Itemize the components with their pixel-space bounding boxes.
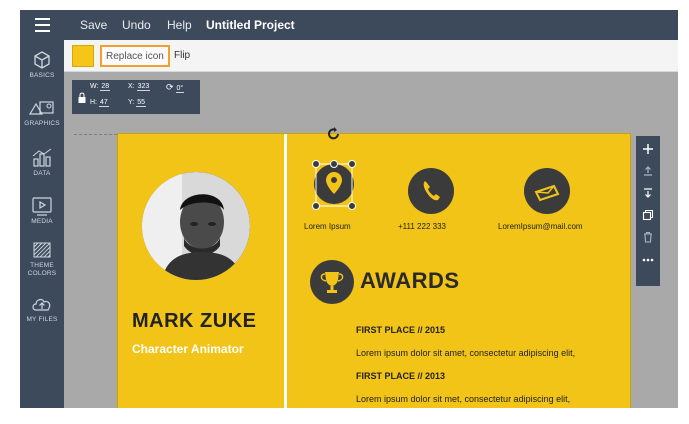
width-value[interactable]: 28 [100, 83, 111, 91]
height-value[interactable]: 47 [98, 99, 109, 107]
sidebar-item-graphics[interactable]: GRAPHICS [20, 98, 64, 128]
sidebar-item-my-files[interactable]: MY FILES [20, 294, 64, 324]
portrait-image [142, 172, 250, 280]
x-field[interactable]: X: 323 [128, 83, 151, 91]
y-label: Y: [128, 99, 135, 106]
sidebar: BASICS GRAPHICS DATA MEDIA THEME COLORS … [20, 40, 64, 408]
hamburger-menu-icon[interactable] [20, 10, 64, 40]
trash-icon[interactable] [636, 226, 660, 247]
play-icon [32, 197, 52, 216]
sidebar-label-basics: BASICS [29, 72, 55, 79]
person-name[interactable]: MARK ZUKE [132, 310, 257, 333]
phone-circle[interactable] [408, 168, 454, 214]
flip-button[interactable]: Flip [174, 45, 190, 67]
x-value[interactable]: 323 [136, 83, 151, 91]
sidebar-item-data[interactable]: DATA [20, 148, 64, 178]
context-toolbar: Replace icon Flip [64, 40, 678, 72]
undo-menu[interactable]: Undo [122, 10, 151, 40]
project-title[interactable]: Untitled Project [206, 10, 295, 40]
rotation-value[interactable]: 0° [175, 85, 185, 93]
card-divider [284, 134, 287, 408]
person-role[interactable]: Character Animator [132, 342, 244, 356]
replace-icon-button[interactable]: Replace icon [100, 45, 170, 67]
sidebar-label-media: MEDIA [31, 218, 53, 225]
awards-heading[interactable]: AWARDS [360, 268, 460, 294]
sidebar-item-basics[interactable]: BASICS [20, 50, 64, 80]
duplicate-icon[interactable] [636, 204, 660, 225]
more-options-icon[interactable] [636, 249, 660, 270]
editor-window: Save Undo Help Untitled Project BASICS G… [20, 10, 678, 408]
sidebar-item-media[interactable]: MEDIA [20, 196, 64, 226]
shapes-icon [28, 101, 54, 115]
phone-icon [423, 181, 440, 201]
palette-icon [33, 242, 51, 258]
contact-email-text[interactable]: LoremIpsum@mail.com [498, 222, 583, 231]
sidebar-label-theme-colors: THEME COLORS [27, 262, 57, 277]
add-icon[interactable] [636, 138, 660, 159]
save-menu[interactable]: Save [80, 10, 107, 40]
trophy-circle[interactable] [310, 260, 354, 304]
lock-icon[interactable] [78, 92, 86, 104]
rotate-handle-icon[interactable] [326, 126, 342, 142]
send-backward-icon[interactable] [636, 182, 660, 203]
email-circle[interactable] [524, 168, 570, 214]
top-bar: Save Undo Help Untitled Project [20, 10, 678, 40]
email-icon [534, 184, 560, 202]
width-label: W: [90, 83, 99, 90]
height-label: H: [90, 99, 97, 106]
chart-icon [32, 148, 52, 167]
x-label: X: [128, 83, 135, 90]
cube-icon [34, 51, 50, 69]
dimensions-panel: W: 28 X: 323 ⟳ 0° H: 47 Y: 55 [72, 80, 200, 114]
location-icon [312, 160, 356, 210]
award-2-description[interactable]: Lorem ipsum dolor sit met, consectetur a… [356, 394, 570, 404]
bring-forward-icon[interactable] [636, 160, 660, 181]
y-value[interactable]: 55 [136, 99, 146, 107]
award-1-heading[interactable]: FIRST PLACE // 2015 [356, 325, 445, 335]
color-swatch[interactable] [72, 45, 94, 67]
award-1-description[interactable]: Lorem ipsum dolor sit amet, consectetur … [356, 348, 575, 358]
trophy-icon [320, 272, 344, 293]
height-field[interactable]: H: 47 [90, 99, 109, 107]
profile-photo[interactable] [142, 172, 250, 280]
selected-location-icon[interactable] [310, 158, 358, 214]
width-field[interactable]: W: 28 [90, 83, 111, 91]
sidebar-label-graphics: GRAPHICS [24, 120, 60, 127]
sidebar-label-data: DATA [33, 170, 51, 177]
y-field[interactable]: Y: 55 [128, 99, 146, 107]
sidebar-item-theme-colors[interactable]: THEME COLORS [20, 240, 64, 278]
resume-card[interactable]: MARK ZUKE Character Animator Lorem Ipsum… [118, 134, 630, 408]
sidebar-label-my-files: MY FILES [26, 316, 58, 323]
rotation-field[interactable]: ⟳ 0° [166, 82, 185, 93]
rotate-small-icon: ⟳ [166, 82, 174, 92]
award-2-heading[interactable]: FIRST PLACE // 2013 [356, 371, 445, 381]
contact-location-text[interactable]: Lorem Ipsum [304, 222, 351, 231]
contact-phone-text[interactable]: +111 222 333 [398, 222, 446, 231]
object-toolbar [636, 136, 660, 286]
help-menu[interactable]: Help [167, 10, 192, 40]
cloud-upload-icon [32, 298, 51, 311]
